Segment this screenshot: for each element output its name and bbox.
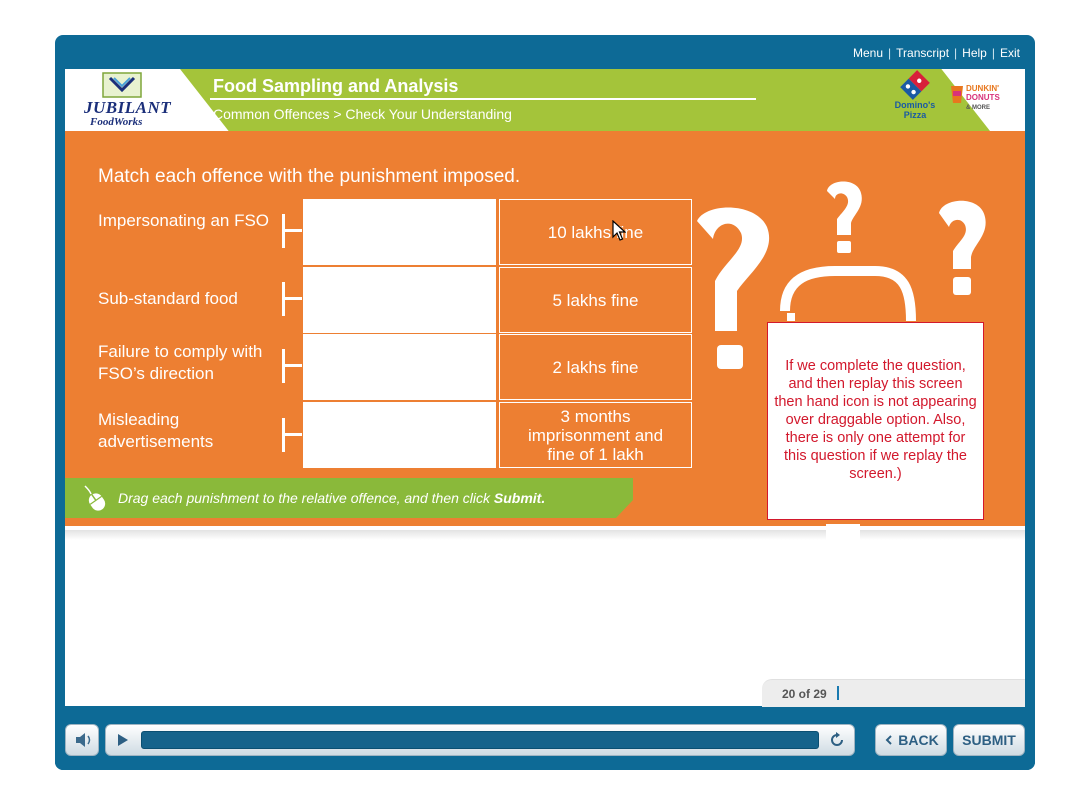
dunkin-logo-text: DUNKIN' DONUTS & MORE <box>966 84 1000 113</box>
mute-button[interactable] <box>65 724 99 756</box>
offence-label: Impersonating an FSO <box>98 211 270 230</box>
content-shadow <box>65 530 1025 540</box>
jubilant-logo: JUBILANT FoodWorks <box>84 72 172 128</box>
mouse-cursor <box>612 220 626 241</box>
dunkin-cup-icon <box>951 86 963 103</box>
jubilant-emblem-icon <box>102 72 142 98</box>
draggable-option[interactable]: 10 lakhs fine <box>499 199 692 265</box>
submit-button[interactable]: SUBMIT <box>953 724 1025 756</box>
drop-target[interactable] <box>303 334 496 400</box>
review-note: If we complete the question, and then re… <box>767 322 984 520</box>
draggable-option[interactable]: 2 lakhs fine <box>499 334 692 400</box>
play-icon[interactable] <box>117 733 129 747</box>
exit-link[interactable]: Exit <box>1000 46 1020 60</box>
page-indicator: 20 of 29 <box>782 687 827 701</box>
option-label: 10 lakhs fine <box>547 222 644 242</box>
replay-icon[interactable] <box>828 731 846 749</box>
menu-link[interactable]: Menu <box>853 46 883 60</box>
course-header <box>65 69 1025 131</box>
dominos-logo: Domino's Pizza <box>888 70 942 128</box>
drop-target[interactable] <box>303 199 496 265</box>
option-label: 2 lakhs fine <box>552 357 639 377</box>
breadcrumb: Common Offences > Check Your Understandi… <box>213 106 512 122</box>
top-nav: Menu | Transcript | Help | Exit <box>55 46 1020 64</box>
instruction-text: Drag each punishment to the relative off… <box>118 490 545 506</box>
connector-bracket <box>282 282 304 316</box>
back-button-label: BACK <box>898 732 939 748</box>
help-link[interactable]: Help <box>962 46 987 60</box>
draggable-option[interactable]: 5 lakhs fine <box>499 267 692 333</box>
offence-label: Misleading advertisements <box>98 410 214 451</box>
option-label: 3 months imprisonment and fine of 1 lakh <box>527 406 664 464</box>
draggable-option[interactable]: 3 months imprisonment and fine of 1 lakh <box>499 402 692 468</box>
drop-target[interactable] <box>303 267 496 333</box>
chevron-left-icon <box>885 735 892 745</box>
dunkin-logo-line3: & MORE <box>966 105 990 111</box>
shadow-notch <box>826 524 860 540</box>
nav-separator: | <box>991 46 995 60</box>
connector-bracket <box>282 418 304 452</box>
dunkin-logo-line1: DUNKIN' <box>966 84 1000 93</box>
option-label: 5 lakhs fine <box>552 290 639 310</box>
question-prompt: Match each offence with the punishment i… <box>98 166 521 187</box>
instruction-action: Submit. <box>493 490 546 506</box>
jubilant-logo-sub: FoodWorks <box>90 116 143 128</box>
course-title: Food Sampling and Analysis <box>213 76 459 96</box>
offence-label: Failure to comply with FSO’s direction <box>98 342 263 383</box>
page-indicator-bar <box>837 686 839 700</box>
jubilant-logo-name: JUBILANT <box>84 98 172 117</box>
drop-target[interactable] <box>303 402 496 468</box>
back-button[interactable]: BACK <box>875 724 947 756</box>
offence-label: Sub-standard food <box>98 289 238 308</box>
dunkin-logo-line2: DONUTS <box>966 93 1000 102</box>
progress-track[interactable] <box>141 731 819 749</box>
connector-bracket <box>282 214 304 248</box>
dunkin-logo: DUNKIN' DONUTS & MORE <box>950 80 1016 114</box>
submit-button-label: SUBMIT <box>962 732 1016 748</box>
connector-bracket <box>282 349 304 383</box>
dominos-logo-line1: Domino's <box>894 100 936 110</box>
dominos-logo-line2: Pizza <box>903 110 927 120</box>
mouse-icon <box>84 485 106 511</box>
nav-separator: | <box>888 46 892 60</box>
dominos-logo-text: Domino's Pizza <box>888 100 942 120</box>
nav-separator: | <box>954 46 958 60</box>
title-divider <box>210 98 756 100</box>
transcript-link[interactable]: Transcript <box>896 46 949 60</box>
instruction-prefix: Drag each punishment to the relative off… <box>118 490 494 506</box>
dominos-tile-icon <box>900 70 930 100</box>
speaker-icon <box>76 733 91 747</box>
